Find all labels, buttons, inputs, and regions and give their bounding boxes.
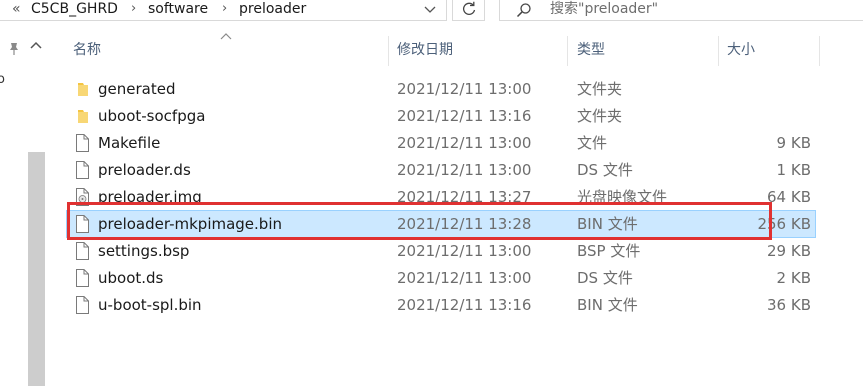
file-size: 29 KB [767, 242, 811, 260]
file-type: 文件 [577, 134, 608, 152]
file-size: 1 KB [776, 161, 811, 179]
file-name: uboot.ds [98, 269, 164, 287]
file-type: DS 文件 [577, 161, 633, 179]
column-divider[interactable] [819, 36, 820, 66]
breadcrumb-item-preloader[interactable]: preloader [239, 0, 306, 18]
nav-item-label[interactable]: o [0, 72, 5, 87]
breadcrumb-item-software[interactable]: software [148, 0, 208, 18]
address-bar[interactable]: « C5CB_GHRD › software › preloader [0, 0, 447, 21]
file-icon [76, 296, 89, 314]
file-date: 2021/12/11 13:16 [397, 107, 532, 125]
file-icon [76, 269, 89, 287]
column-header-size[interactable]: 大小 [727, 36, 755, 64]
column-header: 名称 修改日期 类型 大小 [55, 33, 820, 66]
file-date: 2021/12/11 13:00 [397, 242, 532, 260]
file-name: generated [98, 80, 176, 98]
file-row-generated[interactable]: generated 2021/12/11 13:00 文件夹 [67, 76, 815, 102]
breadcrumb-overflow[interactable]: « [12, 0, 21, 18]
column-divider[interactable] [718, 36, 719, 66]
file-size: 36 KB [767, 296, 811, 314]
breadcrumb-separator[interactable]: › [222, 0, 227, 18]
column-divider[interactable] [567, 36, 568, 66]
file-icon [76, 242, 89, 260]
file-date: 2021/12/11 13:00 [397, 161, 532, 179]
file-size: 9 KB [776, 134, 811, 152]
folder-icon [78, 110, 88, 123]
search-box[interactable]: 搜索"preloader" [499, 0, 863, 21]
breadcrumb-separator[interactable]: › [131, 0, 136, 18]
navigation-pane: o [0, 22, 45, 386]
file-date: 2021/12/11 13:00 [397, 269, 532, 287]
file-size: 2 KB [776, 269, 811, 287]
column-header-date[interactable]: 修改日期 [397, 36, 453, 64]
file-icon [76, 134, 89, 152]
file-name: preloader.ds [98, 161, 191, 179]
column-header-type[interactable]: 类型 [577, 36, 605, 64]
file-type: BIN 文件 [577, 296, 638, 314]
refresh-button[interactable] [452, 0, 485, 21]
file-name: Makefile [98, 134, 161, 152]
file-date: 2021/12/11 13:00 [397, 134, 532, 152]
scroll-up-arrow-icon[interactable] [30, 40, 42, 50]
file-row-uboot-socfpga[interactable]: uboot-socfpga 2021/12/11 13:16 文件夹 [67, 103, 815, 129]
folder-icon [78, 83, 88, 96]
file-name: uboot-socfpga [98, 107, 206, 125]
file-type: 文件夹 [577, 80, 623, 98]
nav-scrollbar-thumb[interactable] [28, 152, 45, 386]
file-explorer-window: « C5CB_GHRD › software › preloader 搜索"pr… [0, 0, 863, 386]
address-toolbar: « C5CB_GHRD › software › preloader 搜索"pr… [0, 0, 863, 22]
column-header-name[interactable]: 名称 [73, 36, 101, 64]
file-name: settings.bsp [98, 242, 190, 260]
file-row-u-boot-spl-bin[interactable]: u-boot-spl.bin 2021/12/11 13:16 BIN 文件 3… [67, 292, 815, 318]
file-type: 文件夹 [577, 107, 623, 125]
file-date: 2021/12/11 13:00 [397, 80, 532, 98]
file-row-preloader-ds[interactable]: preloader.ds 2021/12/11 13:00 DS 文件 1 KB [67, 157, 815, 183]
column-divider[interactable] [388, 36, 389, 66]
file-type: BSP 文件 [577, 242, 641, 260]
refresh-icon [463, 1, 476, 15]
search-placeholder[interactable]: 搜索"preloader" [550, 0, 658, 18]
file-name: u-boot-spl.bin [98, 296, 202, 314]
breadcrumb-item-c5cb-ghrd[interactable]: C5CB_GHRD [31, 0, 118, 18]
file-row-uboot-ds[interactable]: uboot.ds 2021/12/11 13:00 DS 文件 2 KB [67, 265, 815, 291]
file-icon [76, 161, 89, 179]
file-date: 2021/12/11 13:16 [397, 296, 532, 314]
annotation-highlight-box [67, 202, 772, 240]
file-row-makefile[interactable]: Makefile 2021/12/11 13:00 文件 9 KB [67, 130, 815, 156]
file-row-settings-bsp[interactable]: settings.bsp 2021/12/11 13:00 BSP 文件 29 … [67, 238, 815, 264]
sort-ascending-icon [220, 33, 232, 40]
search-icon [516, 3, 531, 18]
file-type: DS 文件 [577, 269, 633, 287]
chevron-down-icon[interactable] [422, 3, 438, 17]
pin-icon[interactable] [7, 42, 21, 56]
